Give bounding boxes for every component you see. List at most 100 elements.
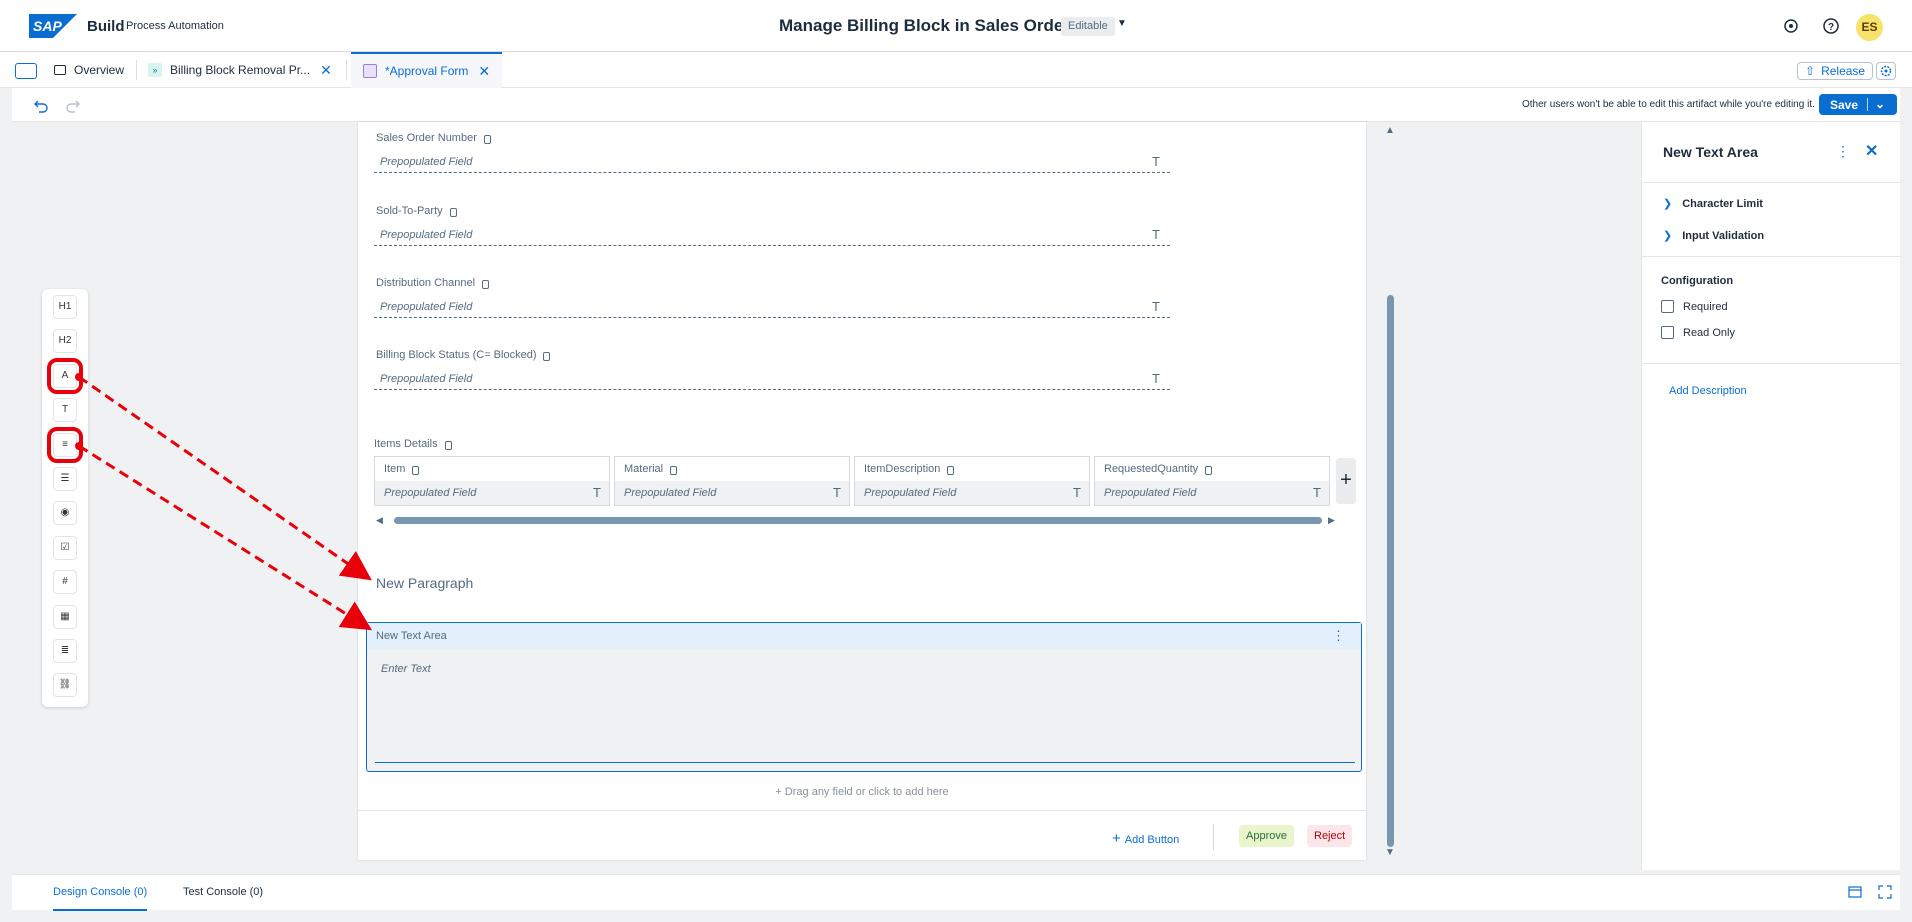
heading2-icon[interactable]: H2: [53, 329, 77, 353]
text-area-label: New Text Area: [376, 630, 447, 642]
read-only-checkbox[interactable]: Read Only: [1661, 326, 1735, 339]
plus-icon: +: [775, 786, 785, 798]
checkbox-icon[interactable]: ☑: [53, 536, 77, 560]
lock-icon: [1205, 465, 1213, 475]
text-area-field[interactable]: New Text Area ⋮ Enter Text: [366, 622, 1362, 772]
chevron-right-icon: ❯: [1663, 230, 1673, 242]
checkbox-icon: [1661, 326, 1674, 339]
link-icon[interactable]: ⛓: [53, 673, 77, 697]
checklist-icon[interactable]: ☰: [53, 467, 77, 491]
scroll-down-icon: ▼: [1385, 847, 1395, 858]
close-icon[interactable]: ✕: [320, 62, 332, 79]
table-column[interactable]: ItemDescription Prepopulated Field T: [854, 456, 1090, 506]
checkbox-icon: [1661, 300, 1674, 313]
text-area-icon[interactable]: ≡: [47, 427, 83, 463]
add-button[interactable]: + Add Button: [1112, 830, 1179, 847]
scroll-left-icon: ◀: [376, 515, 383, 525]
workspace-icon[interactable]: [15, 63, 37, 79]
radio-icon[interactable]: ◉: [53, 501, 77, 525]
paragraph-icon[interactable]: A: [47, 358, 83, 394]
panel-title: New Text Area: [1663, 144, 1758, 160]
close-icon[interactable]: ✕: [1865, 141, 1878, 161]
editor-toolbar: Other users won't be able to edit this a…: [12, 88, 1900, 122]
table-column[interactable]: Item Prepopulated Field T: [374, 456, 610, 506]
heading1-icon[interactable]: H1: [53, 295, 77, 319]
section-input-validation[interactable]: ❯ Input Validation: [1663, 229, 1764, 243]
add-column-button[interactable]: +: [1336, 458, 1356, 504]
save-label: Save: [1830, 98, 1859, 112]
form-footer: + Add Button Approve Reject: [358, 810, 1366, 860]
chevron-right-icon: ❯: [1663, 198, 1673, 210]
sales-order-number-field[interactable]: Prepopulated Field T: [374, 151, 1170, 173]
chevron-down-icon[interactable]: ⌄: [1875, 97, 1885, 111]
status-dropdown-icon[interactable]: ▼: [1117, 18, 1127, 29]
close-icon[interactable]: ✕: [478, 63, 490, 80]
reject-button[interactable]: Reject: [1307, 825, 1353, 847]
field-label: Sold-To-Party: [376, 205, 457, 217]
panel-icon[interactable]: [1848, 885, 1862, 899]
field-label: Sales Order Number: [376, 132, 491, 144]
table-column[interactable]: Material Prepopulated Field T: [614, 456, 850, 506]
text-type-icon: T: [1152, 371, 1160, 386]
sap-logo[interactable]: SAP: [29, 14, 77, 38]
drop-zone[interactable]: + Drag any field or click to add here: [358, 786, 1366, 798]
console-bar: Design Console (0) Test Console (0): [12, 874, 1900, 911]
tab-label: Overview: [74, 63, 125, 77]
field-palette: H1 H2 A T ≡ ☰ ◉ ☑ # ▦ ≣ ⛓: [42, 289, 88, 707]
billing-block-status-field[interactable]: Prepopulated Field T: [374, 368, 1170, 390]
text-field-icon[interactable]: T: [53, 398, 77, 422]
status-badge: Editable: [1061, 17, 1115, 36]
more-icon[interactable]: ⋮: [1332, 628, 1345, 644]
save-button[interactable]: Save ⌄: [1819, 94, 1897, 115]
product-name: Build: [87, 18, 125, 35]
text-area-placeholder: Enter Text: [381, 663, 431, 675]
lock-icon: [482, 279, 490, 289]
release-label: Release: [1821, 64, 1866, 78]
svg-text:?: ?: [1828, 22, 1834, 33]
dropdown-icon[interactable]: ≣: [53, 639, 77, 663]
project-title: Manage Billing Block in Sales Order: [779, 16, 1070, 35]
canvas-scrollbar[interactable]: ▲ ▼: [1384, 122, 1400, 860]
tab-test-console[interactable]: Test Console (0): [183, 875, 263, 911]
tab-billing-process[interactable]: » Billing Block Removal Pr... ✕: [148, 52, 332, 88]
date-icon[interactable]: ▦: [53, 605, 77, 629]
tab-approval-form[interactable]: *Approval Form ✕: [351, 52, 503, 88]
gear-icon: [1880, 65, 1892, 77]
required-checkbox[interactable]: Required: [1661, 300, 1728, 313]
lock-icon: [444, 440, 452, 450]
distribution-channel-field[interactable]: Prepopulated Field T: [374, 296, 1170, 318]
sold-to-party-field[interactable]: Prepopulated Field T: [374, 224, 1170, 246]
product-subtitle: Process Automation: [126, 20, 224, 32]
approve-button[interactable]: Approve: [1239, 825, 1294, 847]
tab-overview[interactable]: Overview: [54, 52, 124, 88]
table-column[interactable]: RequestedQuantity Prepopulated Field T: [1094, 456, 1330, 506]
redo-icon[interactable]: [65, 97, 81, 113]
tab-bar: Overview » Billing Block Removal Pr... ✕…: [0, 52, 1912, 88]
settings-button[interactable]: [1876, 62, 1896, 80]
lock-icon: [947, 465, 955, 475]
add-description-link[interactable]: Add Description: [1669, 385, 1747, 397]
lock-icon: [543, 351, 551, 361]
fullscreen-icon[interactable]: [1878, 885, 1892, 899]
notification-icon[interactable]: [1782, 17, 1800, 35]
form-canvas: Sales Order Number Prepopulated Field T S…: [358, 122, 1366, 860]
tab-label: *Approval Form: [385, 64, 469, 78]
section-character-limit[interactable]: ❯ Character Limit: [1663, 197, 1763, 211]
upload-icon: ⇧: [1805, 64, 1816, 78]
release-button[interactable]: ⇧ Release: [1797, 62, 1874, 80]
more-icon[interactable]: ⋮: [1836, 143, 1850, 160]
undo-icon[interactable]: [33, 97, 49, 113]
tab-label: Billing Block Removal Pr...: [170, 63, 311, 77]
sap-logo-text: SAP: [33, 18, 62, 34]
field-label: Distribution Channel: [376, 277, 490, 289]
lock-icon: [670, 465, 678, 475]
lock-icon: [449, 207, 457, 217]
tab-design-console[interactable]: Design Console (0): [53, 875, 148, 911]
user-avatar[interactable]: ES: [1856, 14, 1883, 41]
help-icon[interactable]: ?: [1822, 17, 1840, 35]
table-label: Items Details: [374, 438, 452, 450]
table-scrollbar[interactable]: ◀ ▶: [376, 515, 1338, 525]
plus-icon: +: [1112, 830, 1121, 847]
number-icon[interactable]: #: [53, 570, 77, 594]
new-paragraph[interactable]: New Paragraph: [376, 575, 473, 591]
